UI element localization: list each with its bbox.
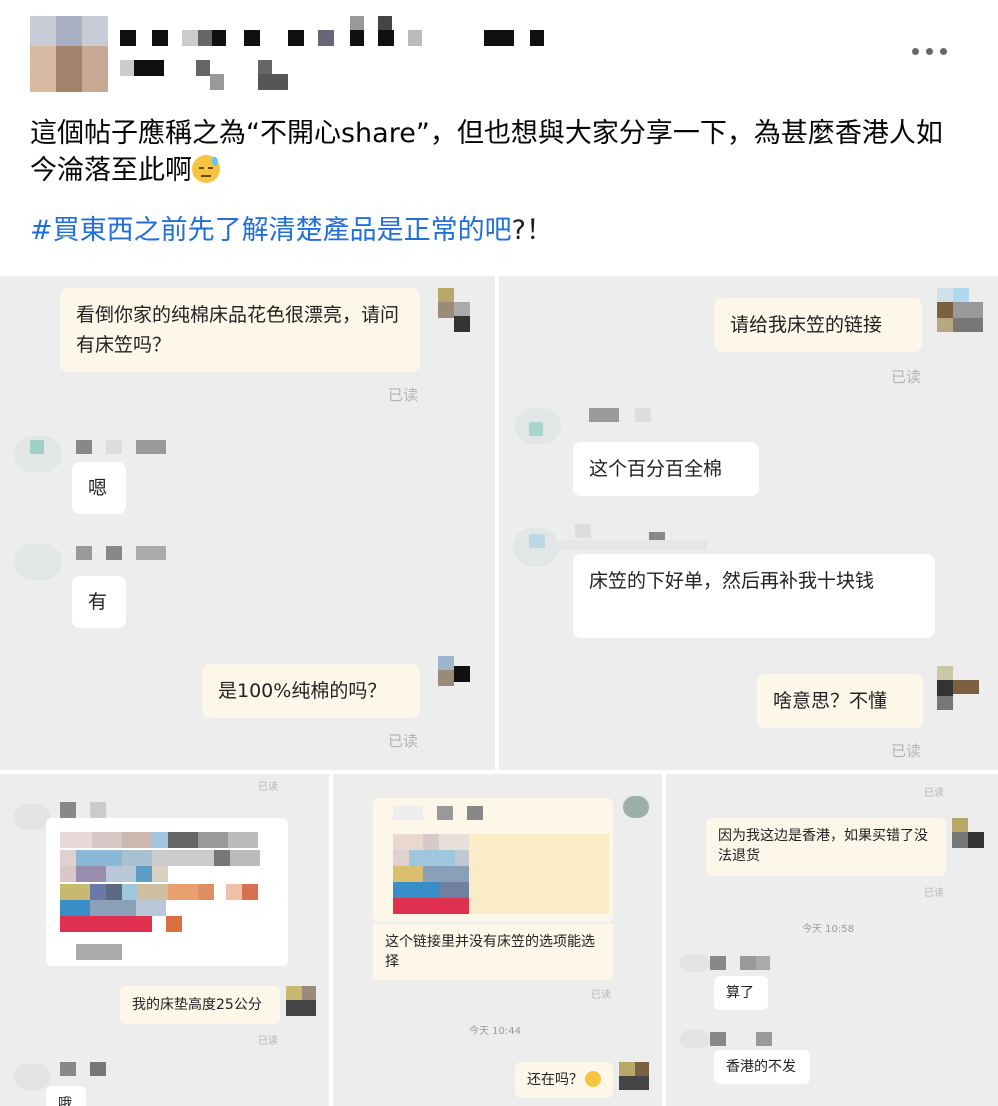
message-text: 算了: [726, 985, 754, 1001]
read-receipt: 已读: [388, 386, 419, 404]
read-receipt: 已读: [891, 368, 922, 386]
message-bubble-outgoing: 是100%纯棉的吗？: [202, 664, 420, 718]
avatar[interactable]: [30, 16, 108, 92]
chat-screenshot-4: 这个链接里并没有床笠的选项能选择 已读 今天 10:44 还在吗？: [333, 774, 662, 1106]
downcast-face-with-sweat-emoji: [192, 155, 220, 183]
message-bubble-outgoing: 啥意思？不懂: [757, 674, 923, 728]
message-bubble-outgoing: 请给我床笠的链接: [714, 298, 922, 352]
message-bubble-incoming: 哦: [46, 1086, 86, 1106]
message-text: 啥意思？不懂: [773, 690, 888, 712]
message-text: 是100%纯棉的吗？: [218, 680, 387, 702]
message-bubble-incoming: 这个百分百全棉: [573, 442, 759, 496]
product-link-card[interactable]: [46, 818, 288, 966]
message-text: 哦: [58, 1096, 72, 1106]
author-name[interactable]: [120, 16, 550, 46]
message-text: 还在吗？: [527, 1072, 583, 1088]
message-text: 嗯: [88, 477, 108, 499]
product-link-card[interactable]: [373, 798, 613, 922]
chat-screenshot-2: 请给我床笠的链接 已读 这个百分百全棉 床笠的下好单，然后再补我十块钱 啥意思？…: [499, 276, 998, 770]
hashtag-line: #買東西之前先了解清楚產品是正常的吧?！: [30, 212, 553, 249]
message-bubble-incoming: 算了: [714, 976, 768, 1010]
message-bubble-incoming: 嗯: [72, 462, 126, 514]
read-receipt: 已读: [258, 782, 278, 793]
more-options-icon[interactable]: [910, 36, 950, 66]
thinking-face-emoji: [585, 1071, 601, 1087]
message-bubble-incoming: 香港的不发: [714, 1050, 810, 1084]
post-body: 這個帖子應稱之為“不開心share”，但也想與大家分享一下，為甚麼香港人如今淪落…: [30, 118, 943, 186]
timestamp: 今天 10:58: [802, 924, 854, 935]
message-text: 因为我这边是香港，如果买错了没法退货: [718, 828, 928, 864]
message-text: 这个百分百全棉: [589, 458, 723, 480]
hashtag-tail: ?！: [511, 215, 553, 246]
message-bubble-outgoing: 我的床垫高度25公分: [120, 986, 280, 1024]
message-text: 请给我床笠的链接: [730, 314, 883, 336]
read-receipt: 已读: [591, 990, 611, 1001]
message-bubble-outgoing: 看倒你家的纯棉床品花色很漂亮，请问有床笠吗？: [60, 288, 420, 372]
post-header: 這個帖子應稱之為“不開心share”，但也想與大家分享一下，為甚麼香港人如今淪落…: [0, 0, 998, 272]
timestamp: 今天 10:44: [469, 1026, 521, 1037]
post-text: 這個帖子應稱之為“不開心share”，但也想與大家分享一下，為甚麼香港人如今淪落…: [30, 115, 960, 189]
message-text: 这个链接里并没有床笠的选项能选择: [385, 934, 595, 970]
chat-screenshot-1: 看倒你家的纯棉床品花色很漂亮，请问有床笠吗？ 已读 嗯 有 是100%纯棉的吗？…: [0, 276, 495, 770]
chat-screenshot-3: 已读 我的床垫高度25公分 已读 哦: [0, 774, 329, 1106]
read-receipt: 已读: [388, 732, 419, 750]
chat-screenshot-5: 已读 因为我这边是香港，如果买错了没法退货 已读 今天 10:58 算了 香港的…: [666, 774, 998, 1106]
read-receipt: 已读: [924, 888, 944, 899]
message-bubble-outgoing: 这个链接里并没有床笠的选项能选择: [373, 924, 613, 980]
message-text: 香港的不发: [726, 1059, 796, 1075]
message-text: 我的床垫高度25公分: [132, 997, 262, 1013]
read-receipt: 已读: [258, 1036, 278, 1047]
message-bubble-incoming: 床笠的下好单，然后再补我十块钱: [573, 554, 935, 638]
message-bubble-outgoing: 还在吗？: [515, 1062, 613, 1098]
message-text: 床笠的下好单，然后再补我十块钱: [589, 570, 875, 592]
message-bubble-incoming: 有: [72, 576, 126, 628]
message-bubble-outgoing: 因为我这边是香港，如果买错了没法退货: [706, 818, 946, 876]
message-text: 看倒你家的纯棉床品花色很漂亮，请问有床笠吗？: [76, 304, 400, 356]
hashtag-link[interactable]: #買東西之前先了解清楚產品是正常的吧: [30, 215, 512, 246]
read-receipt: 已读: [924, 788, 944, 799]
post-meta: [120, 60, 290, 90]
read-receipt: 已读: [891, 742, 922, 760]
message-text: 有: [88, 591, 108, 613]
